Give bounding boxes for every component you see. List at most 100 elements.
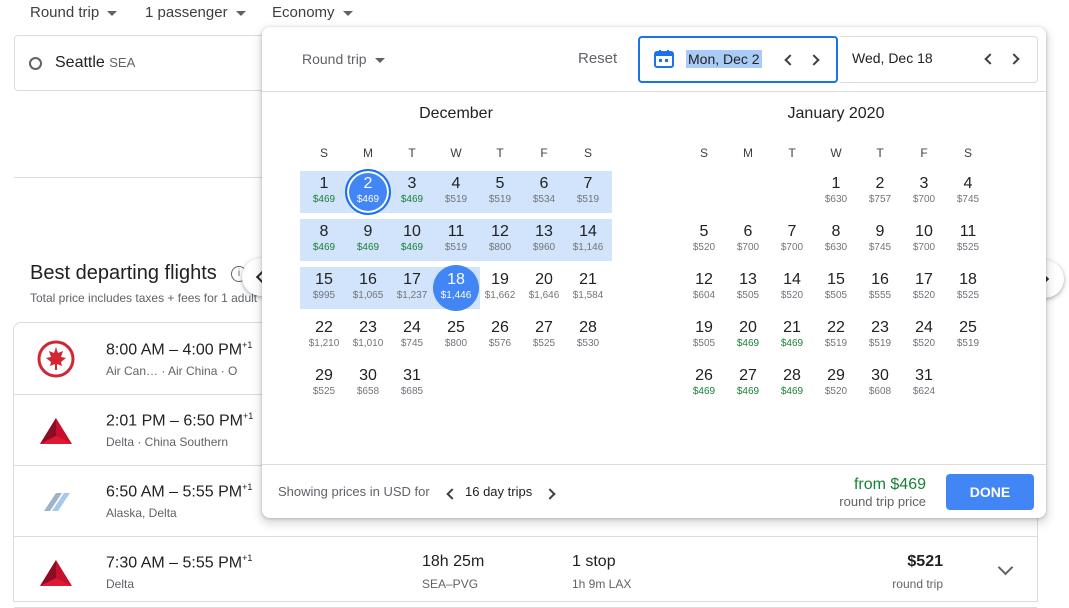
calendar-day[interactable]: 6 $534 bbox=[522, 169, 566, 213]
chevron-right-icon[interactable] bbox=[546, 486, 556, 502]
chevron-left-icon[interactable] bbox=[984, 51, 994, 67]
calendar-day[interactable]: 20 $469 bbox=[726, 313, 770, 357]
done-button[interactable]: DONE bbox=[946, 474, 1034, 510]
cabin-select[interactable]: Economy bbox=[272, 4, 353, 21]
day-price: $630 bbox=[824, 242, 848, 253]
calendar-day[interactable]: 30 $658 bbox=[346, 361, 390, 405]
flight-row[interactable]: 7:30 AM – 5:55 PM+1 Delta 18h 25m SEA–PVG 1 … bbox=[14, 536, 1037, 608]
chevron-right-icon[interactable] bbox=[1010, 51, 1020, 67]
day-price: $576 bbox=[488, 338, 512, 349]
showing-prices-label: Showing prices in USD for bbox=[278, 484, 430, 499]
calendar-day[interactable]: 29 $525 bbox=[302, 361, 346, 405]
chevron-left-icon[interactable] bbox=[784, 52, 794, 68]
calendar-day[interactable]: 12 $604 bbox=[682, 265, 726, 309]
day-price: $624 bbox=[912, 386, 936, 397]
calendar-day[interactable]: 10 $700 bbox=[902, 217, 946, 261]
calendar-day[interactable]: 14 $520 bbox=[770, 265, 814, 309]
trip-type-select[interactable]: Round trip bbox=[30, 4, 118, 21]
calendar-day[interactable]: 18 $1,446 bbox=[434, 265, 478, 309]
day-price: $525 bbox=[956, 242, 980, 253]
calendar-day[interactable]: 24 $520 bbox=[902, 313, 946, 357]
calendar-day[interactable]: 22 $1,210 bbox=[302, 313, 346, 357]
calendar-day[interactable]: 15 $505 bbox=[814, 265, 858, 309]
calendar-day[interactable]: 13 $505 bbox=[726, 265, 770, 309]
calendar-day[interactable]: 25 $519 bbox=[946, 313, 990, 357]
calendar-day[interactable]: 1 $469 bbox=[302, 169, 346, 213]
reset-button[interactable]: Reset bbox=[578, 50, 617, 67]
calendar-day[interactable]: 23 $519 bbox=[858, 313, 902, 357]
calendar-day[interactable]: 24 $745 bbox=[390, 313, 434, 357]
calendar-day[interactable]: 3 $700 bbox=[902, 169, 946, 213]
flight-route: SEA–PVG bbox=[422, 577, 479, 591]
calendar-day[interactable]: 19 $505 bbox=[682, 313, 726, 357]
calendar-day[interactable]: 8 $630 bbox=[814, 217, 858, 261]
calendar-day[interactable]: 1 $630 bbox=[814, 169, 858, 213]
calendar-day[interactable]: 31 $685 bbox=[390, 361, 434, 405]
calendar-day[interactable]: 22 $519 bbox=[814, 313, 858, 357]
day-number: 12 bbox=[491, 223, 509, 240]
calendar-day[interactable]: 11 $525 bbox=[946, 217, 990, 261]
calendar-day[interactable]: 21 $469 bbox=[770, 313, 814, 357]
weekday-header: T bbox=[876, 146, 884, 160]
passengers-label: 1 passenger bbox=[145, 4, 228, 21]
calendar-day[interactable]: 26 $469 bbox=[682, 361, 726, 405]
calendar-day[interactable]: 14 $1,146 bbox=[566, 217, 610, 261]
calendar-day[interactable]: 27 $469 bbox=[726, 361, 770, 405]
origin-field[interactable]: Seattle SEA bbox=[14, 35, 274, 91]
calendar-day[interactable]: 20 $1,646 bbox=[522, 265, 566, 309]
day-number: 8 bbox=[831, 223, 841, 240]
calendar-day[interactable]: 28 $469 bbox=[770, 361, 814, 405]
day-price: $505 bbox=[736, 290, 760, 301]
day-price: $469 bbox=[312, 242, 336, 253]
calendar-day[interactable]: 30 $608 bbox=[858, 361, 902, 405]
day-number: 17 bbox=[915, 271, 933, 288]
calendar-day[interactable]: 4 $519 bbox=[434, 169, 478, 213]
calendar-day[interactable]: 15 $995 bbox=[302, 265, 346, 309]
chevron-right-icon[interactable] bbox=[810, 52, 820, 68]
calendar-day[interactable]: 31 $624 bbox=[902, 361, 946, 405]
calendar-day[interactable]: 7 $700 bbox=[770, 217, 814, 261]
calendar-day[interactable]: 2 $757 bbox=[858, 169, 902, 213]
calendar-day[interactable]: 9 $469 bbox=[346, 217, 390, 261]
passengers-select[interactable]: 1 passenger bbox=[145, 4, 246, 21]
calendar-day[interactable]: 8 $469 bbox=[302, 217, 346, 261]
day-price: $469 bbox=[736, 338, 760, 349]
calendar-day[interactable]: 4 $745 bbox=[946, 169, 990, 213]
departure-date-field[interactable]: Mon, Dec 2 bbox=[638, 36, 838, 83]
calendar-day[interactable]: 28 $530 bbox=[566, 313, 610, 357]
calendar-day[interactable]: 2 $469 bbox=[346, 169, 390, 213]
calendar-day[interactable]: 6 $700 bbox=[726, 217, 770, 261]
calendar-day[interactable]: 29 $520 bbox=[814, 361, 858, 405]
calendar-day[interactable]: 13 $960 bbox=[522, 217, 566, 261]
day-price: $519 bbox=[824, 338, 848, 349]
calendar-day[interactable]: 21 $1,584 bbox=[566, 265, 610, 309]
expand-icon[interactable] bbox=[997, 559, 1014, 576]
calendar-day[interactable]: 16 $555 bbox=[858, 265, 902, 309]
calendar-day[interactable]: 3 $469 bbox=[390, 169, 434, 213]
calendar-day[interactable]: 18 $525 bbox=[946, 265, 990, 309]
day-number: 10 bbox=[403, 223, 421, 240]
calendar-day[interactable]: 26 $576 bbox=[478, 313, 522, 357]
round-trip-price-label: round trip price bbox=[839, 494, 926, 509]
chevron-left-icon[interactable] bbox=[446, 486, 456, 502]
day-number: 6 bbox=[539, 175, 549, 192]
day-number: 4 bbox=[451, 175, 461, 192]
calendar-day[interactable]: 5 $520 bbox=[682, 217, 726, 261]
calendar-day[interactable]: 12 $800 bbox=[478, 217, 522, 261]
calendar-day[interactable]: 10 $469 bbox=[390, 217, 434, 261]
calendar-day[interactable]: 7 $519 bbox=[566, 169, 610, 213]
calendar-day[interactable]: 11 $519 bbox=[434, 217, 478, 261]
calendar-day[interactable]: 19 $1,662 bbox=[478, 265, 522, 309]
calendar-day[interactable]: 16 $1,065 bbox=[346, 265, 390, 309]
calendar-day[interactable]: 17 $1,237 bbox=[390, 265, 434, 309]
calendar-day[interactable]: 9 $745 bbox=[858, 217, 902, 261]
weekday-header: F bbox=[920, 146, 928, 160]
calendar-day[interactable]: 27 $525 bbox=[522, 313, 566, 357]
return-date-field[interactable]: Wed, Dec 18 bbox=[840, 36, 1038, 83]
panel-trip-type-select[interactable]: Round trip bbox=[302, 51, 385, 67]
calendar-day[interactable]: 17 $520 bbox=[902, 265, 946, 309]
calendar-day[interactable]: 23 $1,010 bbox=[346, 313, 390, 357]
calendar-day[interactable]: 5 $519 bbox=[478, 169, 522, 213]
calendar-day[interactable]: 25 $800 bbox=[434, 313, 478, 357]
delta-logo bbox=[40, 418, 72, 444]
